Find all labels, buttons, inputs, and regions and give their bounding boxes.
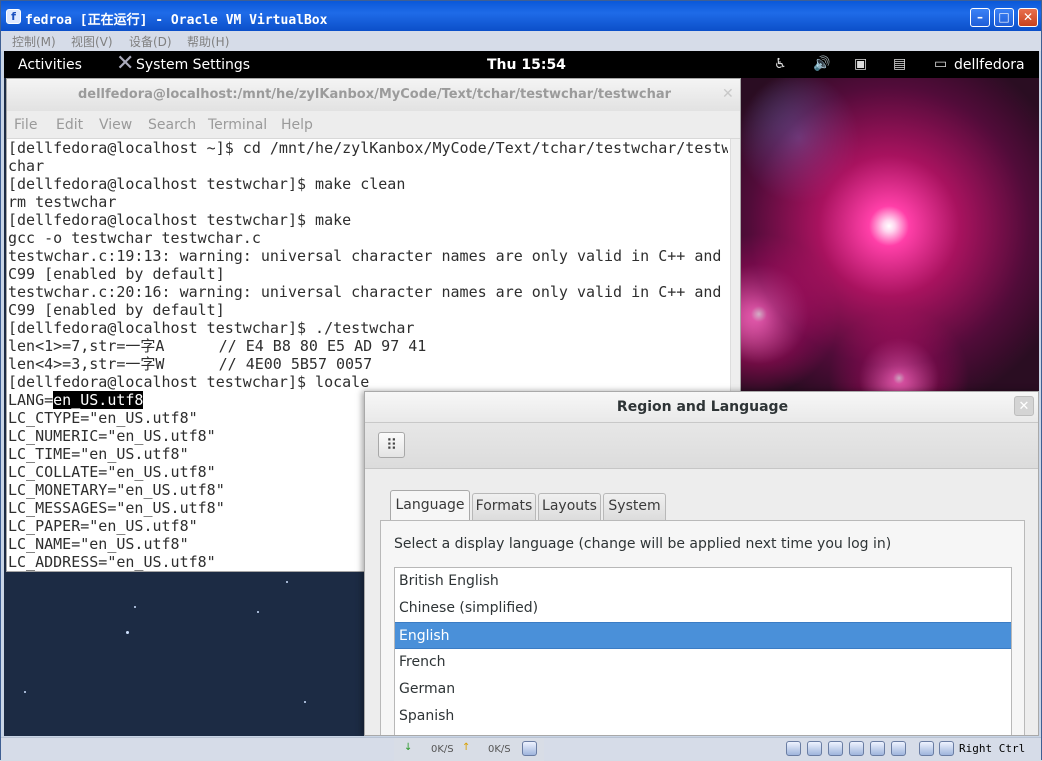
display-icon[interactable] xyxy=(891,741,906,756)
terminal-titlebar[interactable]: dellfedora@localhost:/mnt/he/zylKanbox/M… xyxy=(7,79,740,111)
menu-view[interactable]: 视图(V) xyxy=(71,33,113,50)
language-item[interactable]: Spanish xyxy=(395,703,1011,730)
terminal-line: len<4>=3,str=一字W // 4E00 5B57 0057 xyxy=(8,355,373,373)
tab-system[interactable]: System xyxy=(603,493,666,520)
network-icon[interactable]: ▣ xyxy=(854,56,867,72)
menu-view[interactable]: View xyxy=(99,117,132,133)
lang-prefix: LANG= xyxy=(8,391,54,409)
terminal-line: testwchar.c:20:16: warning: universal ch… xyxy=(8,283,722,301)
wallpaper-star xyxy=(24,691,26,693)
wallpaper-star xyxy=(286,581,288,583)
language-item[interactable]: British English xyxy=(395,568,1011,595)
guest-desktop[interactable]: Activities ✕ System Settings Thu 15:54 ♿… xyxy=(4,51,1039,736)
accessibility-icon[interactable]: ♿ xyxy=(774,56,787,72)
optical-drive-icon[interactable] xyxy=(807,741,822,756)
menu-help[interactable]: Help xyxy=(281,117,313,133)
wallpaper-star xyxy=(126,631,129,634)
language-item[interactable]: French xyxy=(395,649,1011,676)
clipboard-icon[interactable]: ▤ xyxy=(893,56,906,72)
menu-devices[interactable]: 设备(D) xyxy=(129,33,172,50)
menu-help[interactable]: 帮助(H) xyxy=(187,33,229,50)
terminal-line: C99 [enabled by default] xyxy=(8,301,225,319)
refresh-icon[interactable] xyxy=(522,741,537,756)
chat-icon[interactable]: ▭ xyxy=(934,56,947,72)
wallpaper-star xyxy=(304,701,306,703)
volume-icon[interactable]: 🔊 xyxy=(813,56,830,72)
menu-edit[interactable]: Edit xyxy=(56,117,83,133)
terminal-line: [dellfedora@localhost testwchar]$ locale xyxy=(8,373,370,391)
network-adapter-icon[interactable] xyxy=(849,741,864,756)
vbox-statusbar: ↓ 0K/S ↑ 0K/S Right Ctrl xyxy=(1,737,1041,761)
vbox-window-title: fedroa [正在运行] - Oracle VM VirtualBox xyxy=(25,13,328,28)
region-language-dialog[interactable]: Region and Language ✕ ⠿ Language Formats… xyxy=(364,391,1039,736)
clock[interactable]: Thu 15:54 xyxy=(487,57,566,73)
virtualbox-app-icon[interactable]: f xyxy=(6,9,21,24)
activities-button[interactable]: Activities xyxy=(18,57,82,73)
mouse-integration-icon[interactable] xyxy=(919,741,934,756)
terminal-line: [dellfedora@localhost ~]$ cd /mnt/he/zyl… xyxy=(8,139,728,157)
upload-rate: 0K/S xyxy=(488,744,511,755)
wallpaper-star xyxy=(134,606,136,608)
language-tab-panel: Select a display language (change will b… xyxy=(380,520,1025,735)
terminal-line: gcc -o testwchar testwchar.c xyxy=(8,229,261,247)
terminal-line: testwchar.c:19:13: warning: universal ch… xyxy=(8,247,722,265)
upload-arrow-icon: ↑ xyxy=(462,742,471,753)
tab-formats[interactable]: Formats xyxy=(472,493,536,520)
language-item-selected[interactable]: English xyxy=(395,622,1011,649)
selected-text[interactable]: en_US.utf8 xyxy=(53,391,144,409)
close-icon[interactable]: ✕ xyxy=(1018,8,1038,27)
terminal-line: [dellfedora@localhost testwchar]$ ./test… xyxy=(8,319,415,337)
language-item[interactable]: Chinese (simplified) xyxy=(395,595,1011,622)
menu-terminal[interactable]: Terminal xyxy=(208,117,267,133)
terminal-line: char xyxy=(8,157,45,175)
wallpaper-fireworks xyxy=(739,78,1039,398)
menu-file[interactable]: File xyxy=(14,117,37,133)
usb-icon[interactable] xyxy=(828,741,843,756)
terminal-line: rm testwchar xyxy=(8,193,117,211)
wallpaper-star xyxy=(257,611,259,613)
download-rate: 0K/S xyxy=(431,744,454,755)
dialog-close-icon[interactable]: ✕ xyxy=(1014,396,1034,416)
terminal-line: [dellfedora@localhost testwchar]$ make xyxy=(8,211,352,229)
vbox-menubar: 控制(M) 视图(V) 设备(D) 帮助(H) xyxy=(1,31,1041,51)
language-hint: Select a display language (change will b… xyxy=(394,536,892,552)
minimize-icon[interactable]: – xyxy=(970,8,990,27)
menu-control[interactable]: 控制(M) xyxy=(12,33,56,50)
hard-disk-icon[interactable] xyxy=(786,741,801,756)
tab-language[interactable]: Language xyxy=(390,490,470,521)
shared-folder-icon[interactable] xyxy=(870,741,885,756)
dialog-toolbar: ⠿ xyxy=(365,423,1038,469)
terminal-title: dellfedora@localhost:/mnt/he/zylKanbox/M… xyxy=(77,87,672,102)
language-item[interactable]: German xyxy=(395,676,1011,703)
terminal-menubar: File Edit View Search Terminal Help xyxy=(7,111,740,139)
terminal-line: [dellfedora@localhost testwchar]$ make c… xyxy=(8,175,406,193)
gnome-top-bar: Activities ✕ System Settings Thu 15:54 ♿… xyxy=(4,51,1039,78)
maximize-icon[interactable]: □ xyxy=(994,8,1014,27)
show-all-settings-icon[interactable]: ⠿ xyxy=(378,432,405,458)
menu-search[interactable]: Search xyxy=(148,117,196,133)
tab-layouts[interactable]: Layouts xyxy=(538,493,601,520)
dialog-titlebar[interactable]: Region and Language ✕ xyxy=(365,392,1038,423)
download-arrow-icon: ↓ xyxy=(404,742,413,753)
dialog-title: Region and Language xyxy=(616,399,789,415)
terminal-line: C99 [enabled by default] xyxy=(8,265,225,283)
guest-bottom-panel: ↓ 0K/S ↑ 0K/S xyxy=(394,738,544,761)
vbox-titlebar[interactable]: f fedroa [正在运行] - Oracle VM VirtualBox –… xyxy=(1,1,1041,31)
terminal-close-icon[interactable]: ✕ xyxy=(722,86,734,102)
terminal-line: len<1>=7,str=一字A // E4 B8 80 E5 AD 97 41 xyxy=(8,337,427,355)
app-menu[interactable]: System Settings xyxy=(136,57,250,73)
keyboard-capture-icon[interactable] xyxy=(939,741,954,756)
virtualbox-window: f fedroa [正在运行] - Oracle VM VirtualBox –… xyxy=(0,0,1042,761)
user-menu[interactable]: dellfedora xyxy=(954,57,1025,73)
language-list[interactable]: British English Chinese (simplified) Eng… xyxy=(394,567,1012,735)
host-key-label: Right Ctrl xyxy=(959,742,1026,755)
